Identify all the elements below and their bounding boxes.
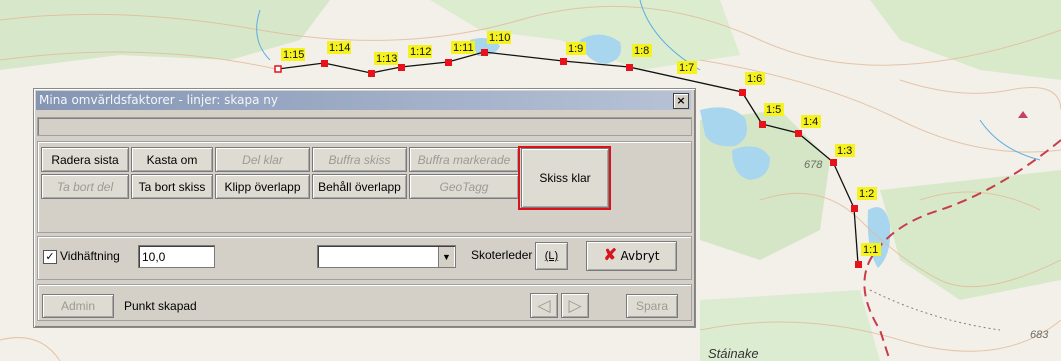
- dialog-window: Mina omvärldsfaktorer - linjer: skapa ny…: [33, 88, 696, 328]
- vertex-label: 1:6: [747, 73, 762, 85]
- chevron-down-icon[interactable]: ▼: [438, 247, 454, 267]
- vertex-label: 1:9: [568, 43, 583, 55]
- vertex-label: 1:8: [634, 45, 649, 57]
- elevation-label: 678: [804, 159, 823, 171]
- avbryt-button[interactable]: ✘ Avbryt: [586, 241, 677, 271]
- vertex-label: 1:15: [283, 49, 304, 61]
- geotagg-button[interactable]: GeoTagg: [409, 174, 519, 199]
- dialog-title: Mina omvärldsfaktorer - linjer: skapa ny: [39, 93, 279, 107]
- arrow-right-icon: ▷: [568, 296, 582, 315]
- klipp-overlapp-button[interactable]: Klipp överlapp: [215, 174, 310, 199]
- del-klar-button[interactable]: Del klar: [215, 147, 310, 172]
- vertex-label: 1:7: [679, 62, 694, 74]
- vidhaftning-label: Vidhäftning: [60, 249, 120, 263]
- avbryt-label: Avbryt: [620, 249, 660, 263]
- ta-bort-del-button[interactable]: Ta bort del: [41, 174, 129, 199]
- radera-sista-button[interactable]: Radera sista: [41, 147, 129, 172]
- vertex-label: 1:4: [803, 116, 818, 128]
- next-button[interactable]: ▷: [561, 293, 589, 318]
- toolbar-strip: [37, 117, 692, 136]
- kasta-om-button[interactable]: Kasta om: [131, 147, 213, 172]
- close-button[interactable]: ×: [673, 93, 689, 109]
- vertex-label: 1:3: [837, 145, 852, 157]
- admin-button[interactable]: Admin: [42, 294, 114, 318]
- arrow-left-icon: ◁: [537, 296, 551, 315]
- skoterleder-label: Skoterleder: [471, 248, 533, 262]
- x-icon: ✘: [603, 247, 617, 264]
- spara-button[interactable]: Spara: [626, 294, 678, 318]
- layer-dropdown[interactable]: ▼: [317, 245, 456, 268]
- status-text: Punkt skapad: [124, 299, 197, 313]
- buffra-skiss-button[interactable]: Buffra skiss: [312, 147, 407, 172]
- prev-button[interactable]: ◁: [530, 293, 558, 318]
- vertex-label: 1:1: [863, 244, 878, 256]
- skiss-klar-highlight: [518, 146, 611, 210]
- ta-bort-skiss-button[interactable]: Ta bort skiss: [131, 174, 213, 199]
- vertex-label: 1:5: [766, 104, 781, 116]
- vertex-label: 1:12: [410, 46, 431, 58]
- vertex-label: 1:13: [376, 53, 397, 65]
- vertex-label: 1:14: [329, 42, 350, 54]
- vidhaftning-checkbox[interactable]: ✓: [43, 250, 57, 264]
- skoterleder-button[interactable]: (L): [535, 242, 568, 270]
- vertex-label: 1:10: [489, 32, 510, 44]
- elevation-label: 683: [1030, 329, 1049, 341]
- place-label: Stáinake: [708, 346, 759, 361]
- buffra-markerade-button[interactable]: Buffra markerade: [409, 147, 519, 172]
- dialog-titlebar[interactable]: Mina omvärldsfaktorer - linjer: skapa ny…: [36, 91, 691, 110]
- vidhaftning-input[interactable]: 10,0: [138, 245, 215, 268]
- skoterleder-button-label: (L): [544, 250, 559, 262]
- behall-overlapp-button[interactable]: Behåll överlapp: [312, 174, 407, 199]
- vertex-label: 1:11: [453, 42, 474, 54]
- vertex-label: 1:2: [859, 188, 874, 200]
